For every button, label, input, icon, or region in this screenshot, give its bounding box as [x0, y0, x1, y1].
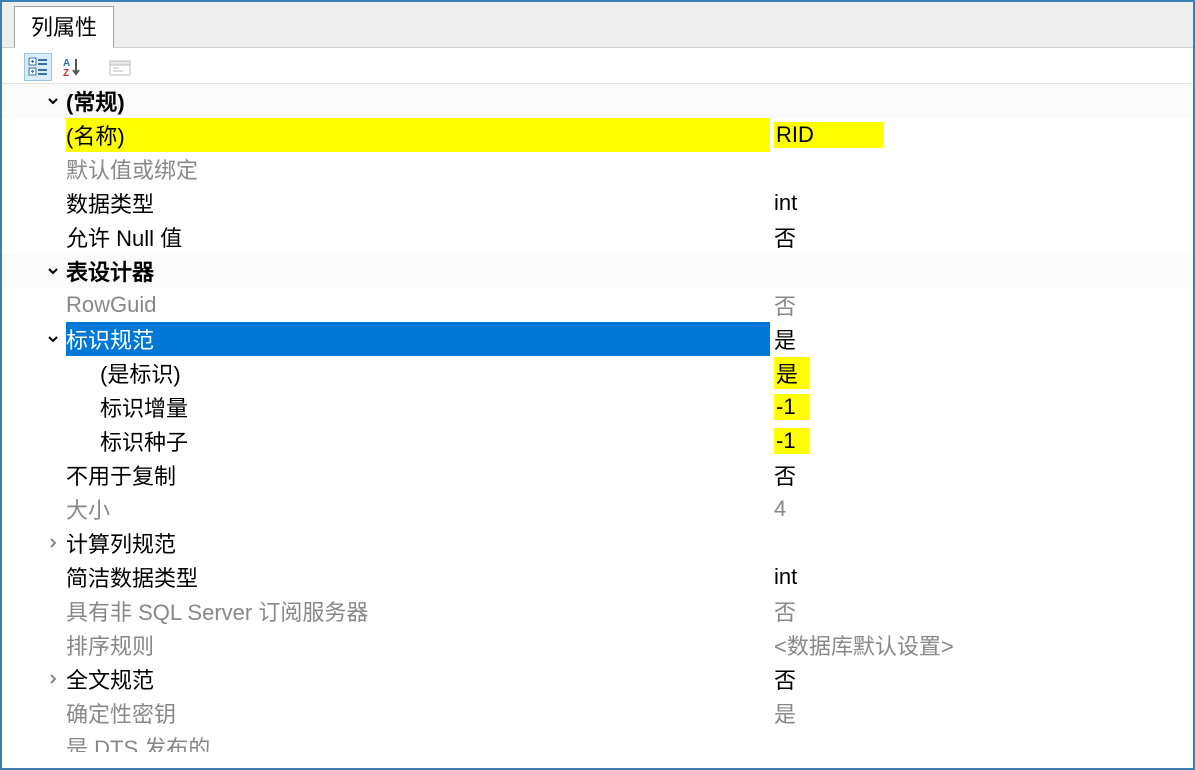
- row-non-sql-subscriber[interactable]: 具有非 SQL Server 订阅服务器 否: [2, 594, 1193, 628]
- row-allow-null[interactable]: 允许 Null 值 否: [2, 220, 1193, 254]
- row-default[interactable]: 默认值或绑定: [2, 152, 1193, 186]
- chevron-right-icon: [46, 536, 60, 550]
- row-dts-published[interactable]: 是 DTS 发布的: [2, 730, 1193, 752]
- row-size[interactable]: 大小 4: [2, 492, 1193, 526]
- collation-label: 排序规则: [66, 628, 770, 662]
- row-fulltext-spec[interactable]: 全文规范 否: [2, 662, 1193, 696]
- not-for-repl-label: 不用于复制: [66, 458, 770, 492]
- is-identity-label: (是标识): [66, 356, 770, 390]
- chevron-down-icon: [46, 94, 60, 108]
- identity-spec-label: 标识规范: [66, 322, 770, 356]
- row-name[interactable]: (名称) RID: [2, 118, 1193, 152]
- rowguid-value[interactable]: 否: [774, 289, 796, 321]
- row-datatype[interactable]: 数据类型 int: [2, 186, 1193, 220]
- chevron-right-icon: [46, 672, 60, 686]
- identity-spec-value[interactable]: 是: [774, 323, 796, 355]
- row-identity-increment[interactable]: 标识增量 -1: [2, 390, 1193, 424]
- non-sql-subscriber-label: 具有非 SQL Server 订阅服务器: [66, 594, 770, 628]
- name-label: (名称): [66, 118, 770, 152]
- condensed-type-value[interactable]: int: [774, 564, 797, 590]
- non-sql-subscriber-value[interactable]: 否: [774, 595, 796, 627]
- rowguid-label: RowGuid: [66, 288, 770, 322]
- row-not-for-replication[interactable]: 不用于复制 否: [2, 458, 1193, 492]
- alphabetical-view-button[interactable]: A Z: [58, 53, 86, 81]
- identity-increment-label: 标识增量: [66, 390, 770, 424]
- category-general-label: (常规): [66, 84, 770, 118]
- chevron-down-icon: [46, 264, 60, 278]
- allow-null-label: 允许 Null 值: [66, 220, 770, 254]
- category-designer-label: 表设计器: [66, 254, 770, 288]
- size-value[interactable]: 4: [774, 496, 786, 522]
- toolbar: A Z: [2, 48, 1193, 84]
- computed-spec-label: 计算列规范: [66, 526, 770, 560]
- row-collation[interactable]: 排序规则 <数据库默认设置>: [2, 628, 1193, 662]
- fulltext-spec-label: 全文规范: [66, 662, 770, 696]
- column-properties-panel: 列属性 A Z: [0, 0, 1195, 770]
- name-value[interactable]: RID: [774, 122, 884, 148]
- not-for-repl-value[interactable]: 否: [774, 459, 796, 491]
- row-deterministic[interactable]: 确定性密钥 是: [2, 696, 1193, 730]
- collation-value[interactable]: <数据库默认设置>: [774, 629, 954, 661]
- identity-seed-label: 标识种子: [66, 424, 770, 458]
- is-identity-value[interactable]: 是: [774, 357, 810, 389]
- row-identity-spec[interactable]: 标识规范 是: [2, 322, 1193, 356]
- row-condensed-type[interactable]: 简洁数据类型 int: [2, 560, 1193, 594]
- condensed-type-label: 简洁数据类型: [66, 560, 770, 594]
- deterministic-value[interactable]: 是: [774, 697, 796, 729]
- tab-bar: 列属性: [2, 2, 1193, 48]
- default-label: 默认值或绑定: [66, 152, 770, 186]
- row-computed-spec[interactable]: 计算列规范: [2, 526, 1193, 560]
- row-identity-seed[interactable]: 标识种子 -1: [2, 424, 1193, 458]
- property-pages-button[interactable]: [106, 53, 134, 81]
- identity-seed-value[interactable]: -1: [774, 428, 810, 454]
- svg-text:Z: Z: [63, 68, 69, 77]
- size-label: 大小: [66, 492, 770, 526]
- datatype-label: 数据类型: [66, 186, 770, 220]
- row-rowguid[interactable]: RowGuid 否: [2, 288, 1193, 322]
- category-designer[interactable]: 表设计器: [2, 254, 1193, 288]
- identity-increment-value[interactable]: -1: [774, 394, 810, 420]
- fulltext-spec-value[interactable]: 否: [774, 663, 796, 695]
- datatype-value[interactable]: int: [774, 190, 797, 216]
- row-is-identity[interactable]: (是标识) 是: [2, 356, 1193, 390]
- category-general[interactable]: (常规): [2, 84, 1193, 118]
- chevron-down-icon: [46, 332, 60, 346]
- property-grid[interactable]: (常规) (名称) RID 默认值或绑定 数据类型 int 允许 Null 值 …: [2, 84, 1193, 768]
- allow-null-value[interactable]: 否: [774, 221, 796, 253]
- dts-published-label: 是 DTS 发布的: [66, 730, 770, 752]
- tab-column-properties[interactable]: 列属性: [14, 6, 114, 48]
- categorized-view-button[interactable]: [24, 53, 52, 81]
- deterministic-label: 确定性密钥: [66, 696, 770, 730]
